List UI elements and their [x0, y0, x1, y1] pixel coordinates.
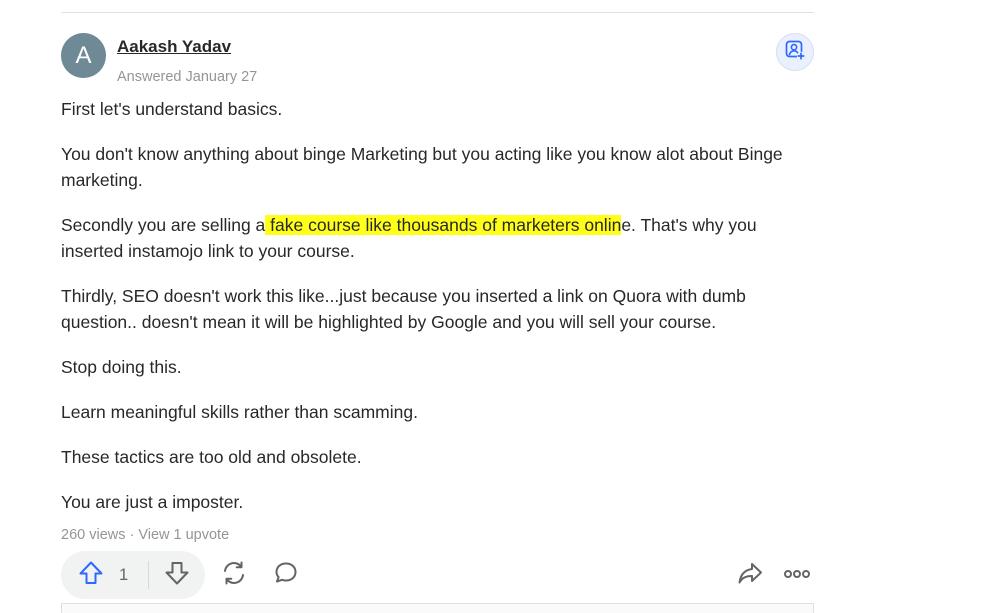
vote-group: 1	[61, 551, 205, 599]
top-divider	[61, 12, 814, 13]
refresh-icon	[220, 559, 248, 592]
answer-paragraph: First let's understand basics.	[61, 99, 283, 119]
comment-button[interactable]	[268, 559, 304, 591]
answer-paragraph: Secondly you are selling a fake course l…	[61, 212, 811, 264]
more-options-button[interactable]	[780, 559, 814, 591]
follow-button[interactable]	[776, 33, 814, 71]
paragraph-text: Secondly you are selling a	[61, 215, 266, 235]
avatar-initial: A	[75, 41, 92, 69]
arrow-down-icon	[163, 559, 191, 592]
answer-body: First let's understand basics. You don't…	[61, 96, 811, 534]
upvote-count: 1	[119, 565, 129, 584]
next-answer-card-edge	[61, 603, 814, 613]
stats-separator: ·	[129, 527, 135, 543]
answer-paragraph: You don't know anything about binge Mark…	[61, 144, 783, 190]
answer-paragraph: Learn meaningful skills rather than scam…	[61, 402, 418, 422]
person-add-icon	[784, 39, 806, 66]
downvote-button[interactable]	[149, 551, 205, 599]
highlighted-text: fake course like thousands of marketers …	[265, 215, 622, 235]
comment-icon	[273, 560, 299, 591]
answer-paragraph: These tactics are too old and obsolete.	[61, 447, 362, 467]
answer-stats: 260 views · View 1 upvote	[61, 527, 229, 543]
share-button[interactable]	[216, 559, 252, 591]
upvote-button[interactable]: 1	[61, 551, 148, 599]
answered-date: Answered January 27	[117, 69, 258, 85]
answer-paragraph: Stop doing this.	[61, 357, 182, 377]
share-arrow-icon	[736, 559, 764, 592]
view-upvotes-link[interactable]: View 1 upvote	[138, 527, 229, 543]
answer-paragraph: Thirdly, SEO doesn't work this like...ju…	[61, 286, 746, 332]
more-dots-icon	[783, 566, 811, 584]
forward-button[interactable]	[732, 559, 768, 591]
avatar[interactable]: A	[61, 33, 106, 78]
author-name-link[interactable]: Aakash Yadav	[117, 37, 231, 57]
arrow-up-icon	[77, 559, 105, 592]
views-count: 260 views	[61, 527, 126, 543]
answer-paragraph: You are just a imposter.	[61, 492, 244, 512]
